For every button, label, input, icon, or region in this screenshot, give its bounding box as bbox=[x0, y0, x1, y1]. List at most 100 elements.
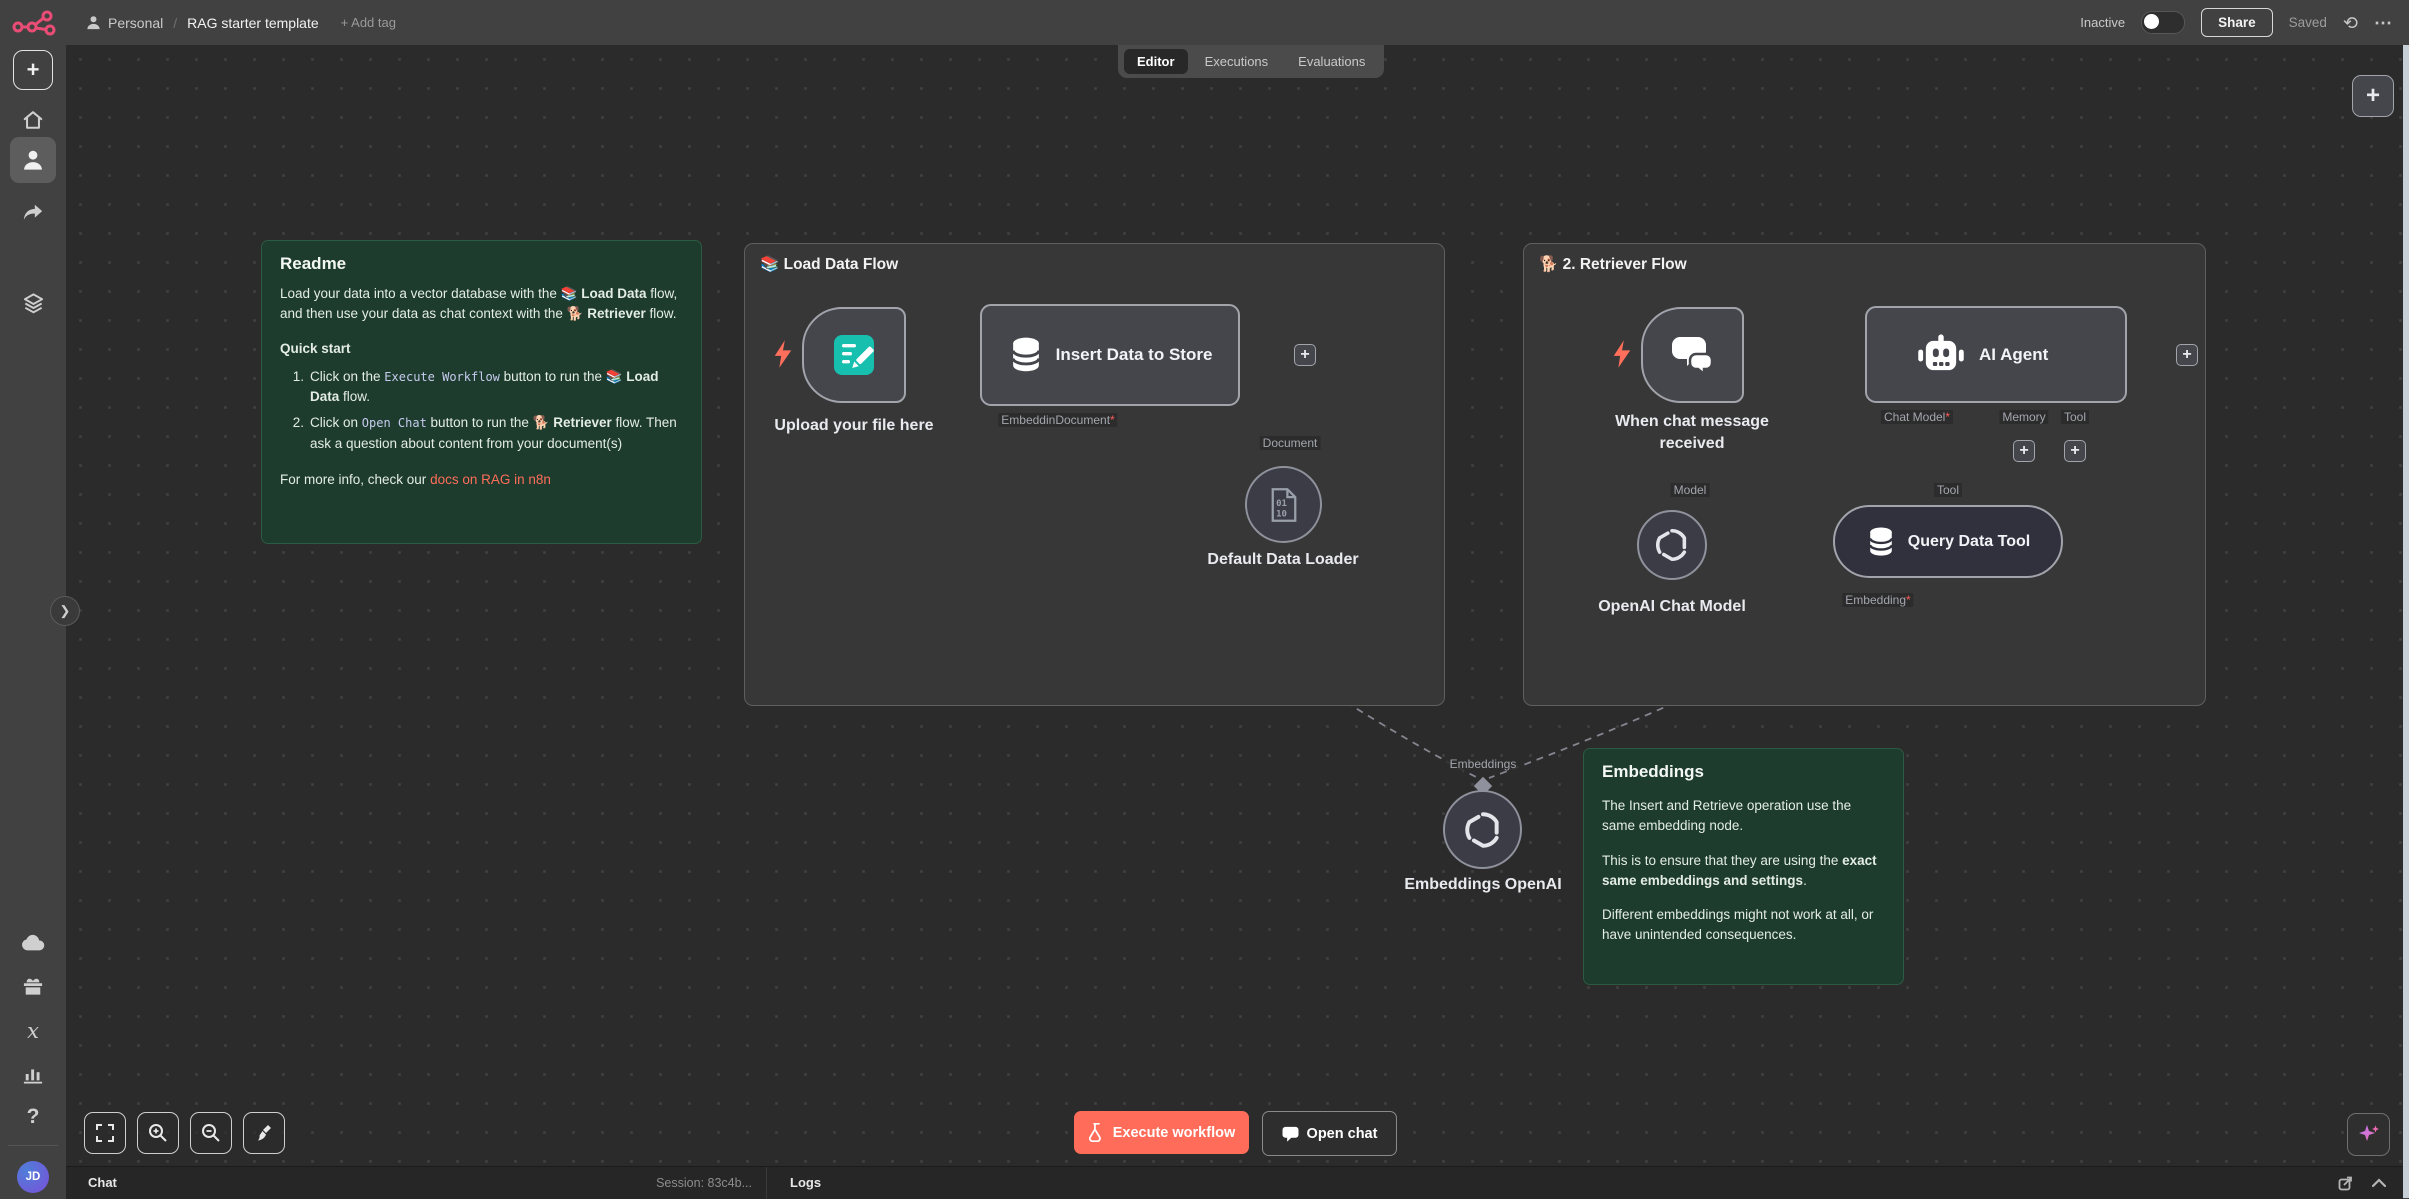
history-icon[interactable]: ⟲ bbox=[2343, 14, 2358, 32]
add-tool-button[interactable]: + bbox=[2064, 440, 2086, 462]
share-arrow-icon bbox=[22, 203, 44, 223]
trigger-bolt-icon bbox=[772, 339, 794, 369]
flask-icon bbox=[1088, 1123, 1105, 1142]
chat-trigger-bolt-icon bbox=[1611, 339, 1633, 369]
upload-node-label: Upload your file here bbox=[774, 417, 933, 435]
database-icon bbox=[1866, 526, 1896, 558]
zoom-in-button[interactable] bbox=[137, 1112, 179, 1154]
add-memory-button[interactable]: + bbox=[2013, 440, 2035, 462]
breadcrumb: Personal / RAG starter template + Add ta… bbox=[86, 0, 396, 45]
tab-editor[interactable]: Editor bbox=[1124, 49, 1188, 74]
zoom-out-button[interactable] bbox=[190, 1112, 232, 1154]
tool-connector-label: Tool bbox=[2061, 410, 2089, 424]
tidy-up-button[interactable] bbox=[243, 1112, 285, 1154]
new-workflow-button[interactable]: + bbox=[0, 48, 66, 92]
more-menu-icon[interactable]: ⋯ bbox=[2374, 14, 2393, 32]
model-connector-label: Model bbox=[1671, 483, 1710, 497]
readme-sticky-note[interactable]: Readme Load your data into a vector data… bbox=[261, 240, 702, 544]
readme-step-1: 1. Click on the Execute Workflow button … bbox=[282, 367, 683, 408]
node-insert-data-to-store[interactable]: Insert Data to Store bbox=[980, 304, 1240, 406]
n8n-logo[interactable] bbox=[12, 8, 56, 38]
sidebar-item-shared[interactable] bbox=[0, 193, 66, 233]
logs-panel-header[interactable]: Chat Session: 83c4b... Logs bbox=[66, 1166, 2403, 1199]
fit-view-icon bbox=[96, 1124, 114, 1142]
right-panel-edge[interactable] bbox=[2403, 45, 2409, 1198]
topbar-actions: Inactive Share Saved ⟲ ⋯ bbox=[2080, 0, 2393, 45]
memory-connector-label: Memory bbox=[1999, 410, 2048, 424]
chat-bubbles-icon bbox=[1670, 334, 1716, 376]
insert-node-label: Insert Data to Store bbox=[1056, 345, 1213, 365]
sidebar-item-templates[interactable] bbox=[0, 966, 66, 1006]
workflow-status-label: Inactive bbox=[2080, 15, 2125, 30]
model-node-label: OpenAI Chat Model bbox=[1598, 598, 1746, 616]
tab-executions[interactable]: Executions bbox=[1192, 49, 1282, 74]
readme-paragraph: Load your data into a vector database wi… bbox=[280, 284, 683, 325]
help-icon: ? bbox=[27, 1105, 40, 1129]
node-ai-agent[interactable]: AI Agent bbox=[1865, 306, 2127, 403]
chevron-up-icon[interactable] bbox=[2371, 1177, 2387, 1189]
workflow-canvas[interactable]: 📚 Load Data Flow 🐕 2. Retriever Flow Rea… bbox=[66, 45, 2403, 1166]
query-tool-connector-label: Tool bbox=[1934, 483, 1962, 497]
toggle-knob bbox=[2144, 14, 2159, 29]
embedding-connector-label: Embedding* bbox=[1842, 593, 1913, 607]
sparkles-icon bbox=[2357, 1123, 2381, 1147]
sidebar-item-data-stores[interactable] bbox=[0, 283, 66, 323]
robot-icon bbox=[1915, 333, 1967, 377]
view-tabs: Editor Executions Evaluations bbox=[1118, 45, 1384, 78]
user-avatar[interactable]: JD bbox=[0, 1157, 66, 1197]
layers-icon bbox=[22, 292, 45, 315]
docs-link[interactable]: docs on RAG in n8n bbox=[430, 472, 551, 487]
breadcrumb-project[interactable]: Personal bbox=[108, 15, 163, 31]
node-openai-chat-model[interactable] bbox=[1637, 510, 1707, 580]
person-icon bbox=[22, 149, 44, 171]
chat-trigger-label: When chat message received bbox=[1597, 411, 1787, 454]
quick-start-heading: Quick start bbox=[280, 341, 351, 356]
document-connector-label: Document bbox=[1260, 436, 1321, 450]
fit-view-button[interactable] bbox=[84, 1112, 126, 1154]
workflow-title[interactable]: RAG starter template bbox=[187, 15, 319, 31]
node-embeddings-openai[interactable] bbox=[1443, 790, 1522, 869]
cloud-icon bbox=[21, 934, 45, 952]
person-icon bbox=[86, 15, 101, 30]
section-load-title: 📚 Load Data Flow bbox=[760, 255, 898, 274]
add-node-after-agent-button[interactable]: + bbox=[2176, 344, 2198, 366]
embeddings-sticky-note[interactable]: Embeddings The Insert and Retrieve opera… bbox=[1583, 748, 1904, 985]
svg-text:10: 10 bbox=[1276, 509, 1287, 519]
chat-panel-label[interactable]: Chat bbox=[88, 1175, 117, 1190]
sidebar-item-home[interactable] bbox=[0, 100, 66, 140]
node-default-data-loader[interactable]: 01 10 bbox=[1245, 466, 1322, 543]
sidebar-divider bbox=[8, 1145, 58, 1146]
add-node-after-insert-button[interactable]: + bbox=[1294, 344, 1316, 366]
form-icon bbox=[831, 332, 877, 378]
add-tag-button[interactable]: + Add tag bbox=[341, 15, 396, 30]
active-toggle[interactable] bbox=[2141, 11, 2185, 34]
execute-workflow-button[interactable]: Execute workflow bbox=[1074, 1111, 1249, 1154]
node-chat-trigger[interactable] bbox=[1641, 307, 1744, 403]
add-node-button[interactable]: + bbox=[2352, 75, 2394, 117]
saved-status: Saved bbox=[2289, 15, 2327, 30]
logs-panel-label[interactable]: Logs bbox=[790, 1175, 821, 1190]
readme-title: Readme bbox=[280, 254, 683, 274]
node-query-data-tool[interactable]: Query Data Tool bbox=[1833, 505, 2063, 578]
tab-evaluations[interactable]: Evaluations bbox=[1285, 49, 1378, 74]
embeddings-note-title: Embeddings bbox=[1602, 762, 1885, 782]
readme-step-2: 2. Click on Open Chat button to run the … bbox=[282, 413, 683, 454]
package-icon bbox=[22, 976, 44, 996]
expand-panel-button[interactable]: ❯ bbox=[50, 596, 80, 626]
insert-subinput-labels: EmbeddinDocument* bbox=[998, 413, 1117, 427]
zoom-out-icon bbox=[201, 1123, 221, 1143]
embeddings-note-p2: This is to ensure that they are using th… bbox=[1602, 851, 1885, 892]
sidebar-item-insights[interactable] bbox=[0, 1054, 66, 1094]
embeddings-note-p3: Different embeddings might not work at a… bbox=[1602, 905, 1885, 946]
chat-bubble-icon bbox=[1282, 1126, 1299, 1142]
sidebar-item-help[interactable]: ? bbox=[0, 1097, 66, 1137]
ai-assistant-button[interactable] bbox=[2347, 1113, 2390, 1156]
pop-out-icon[interactable] bbox=[2338, 1175, 2354, 1191]
sidebar-item-cloud[interactable] bbox=[0, 923, 66, 963]
node-upload-trigger[interactable] bbox=[802, 307, 906, 403]
open-chat-button[interactable]: Open chat bbox=[1262, 1111, 1397, 1156]
zoom-in-icon bbox=[148, 1123, 168, 1143]
share-button[interactable]: Share bbox=[2201, 8, 2273, 37]
sidebar-item-personal[interactable] bbox=[10, 137, 56, 183]
sidebar-item-variables[interactable]: x bbox=[0, 1011, 66, 1051]
